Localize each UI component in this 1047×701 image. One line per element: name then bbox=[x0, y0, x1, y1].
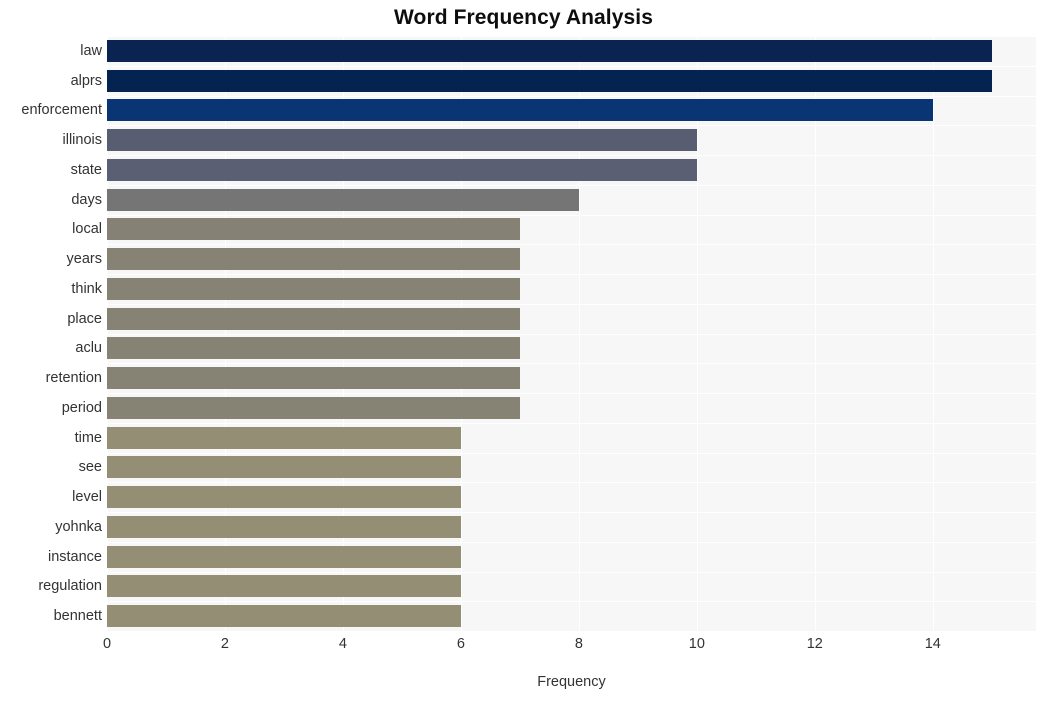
x-axis-tick-labels: 0 2 4 6 8 10 12 14 bbox=[0, 636, 1047, 660]
bar-see[interactable] bbox=[107, 456, 461, 479]
y-tick-label-level: level bbox=[72, 489, 102, 506]
y-tick-label-aclu: aclu bbox=[75, 340, 102, 357]
y-tick-label-think: think bbox=[71, 280, 102, 297]
chart-figure: Word Frequency Analysis law alprs enforcem… bbox=[0, 0, 1047, 701]
x-tick-label-10: 10 bbox=[688, 636, 705, 652]
y-tick-label-law: law bbox=[80, 42, 102, 59]
y-tick-label-years: years bbox=[66, 251, 102, 268]
y-tick-label-local: local bbox=[72, 221, 102, 238]
y-tick-label-see: see bbox=[78, 459, 102, 476]
x-tick-label-14: 14 bbox=[924, 636, 941, 652]
bar-yohnka[interactable] bbox=[107, 515, 461, 538]
y-tick-label-yohnka: yohnka bbox=[55, 518, 102, 535]
bar-level[interactable] bbox=[107, 486, 461, 509]
bar-time[interactable] bbox=[107, 426, 461, 449]
y-tick-label-days: days bbox=[71, 191, 102, 208]
bar-local[interactable] bbox=[107, 218, 520, 241]
bar-instance[interactable] bbox=[107, 545, 461, 568]
y-tick-label-bennett: bennett bbox=[53, 608, 102, 625]
plot-area bbox=[107, 36, 1036, 631]
bar-years[interactable] bbox=[107, 248, 520, 271]
bar-bennett[interactable] bbox=[107, 605, 461, 628]
y-tick-label-instance: instance bbox=[47, 548, 102, 565]
bars-container bbox=[107, 36, 1036, 631]
bar-state[interactable] bbox=[107, 158, 697, 181]
x-tick-label-2: 2 bbox=[220, 636, 229, 652]
x-tick-label-8: 8 bbox=[574, 636, 583, 652]
x-axis-title: Frequency bbox=[537, 674, 606, 690]
y-tick-label-illinois: illinois bbox=[62, 132, 103, 149]
y-axis-tick-labels: law alprs enforcement illinois state days loca… bbox=[0, 36, 102, 631]
y-tick-label-retention: retention bbox=[45, 370, 102, 387]
y-tick-label-place: place bbox=[67, 310, 102, 327]
y-tick-label-state: state bbox=[70, 161, 102, 178]
y-tick-label-enforcement: enforcement bbox=[21, 102, 102, 119]
x-tick-label-4: 4 bbox=[338, 636, 347, 652]
x-tick-label-6: 6 bbox=[456, 636, 465, 652]
bar-think[interactable] bbox=[107, 277, 520, 300]
x-tick-label-0: 0 bbox=[102, 636, 112, 652]
y-tick-label-period: period bbox=[61, 399, 102, 416]
y-tick-label-alprs: alprs bbox=[70, 72, 102, 89]
bar-retention[interactable] bbox=[107, 367, 520, 390]
bar-regulation[interactable] bbox=[107, 575, 461, 598]
bar-period[interactable] bbox=[107, 396, 520, 419]
bar-place[interactable] bbox=[107, 307, 520, 330]
y-tick-label-regulation: regulation bbox=[38, 578, 102, 595]
y-tick-label-time: time bbox=[74, 429, 102, 446]
bar-aclu[interactable] bbox=[107, 337, 520, 360]
x-tick-label-12: 12 bbox=[806, 636, 823, 652]
chart-title: Word Frequency Analysis bbox=[393, 6, 654, 29]
bar-days[interactable] bbox=[107, 188, 579, 211]
bar-illinois[interactable] bbox=[107, 129, 697, 152]
bar-alprs[interactable] bbox=[107, 69, 992, 92]
bar-law[interactable] bbox=[107, 39, 992, 62]
bar-enforcement[interactable] bbox=[107, 99, 933, 122]
